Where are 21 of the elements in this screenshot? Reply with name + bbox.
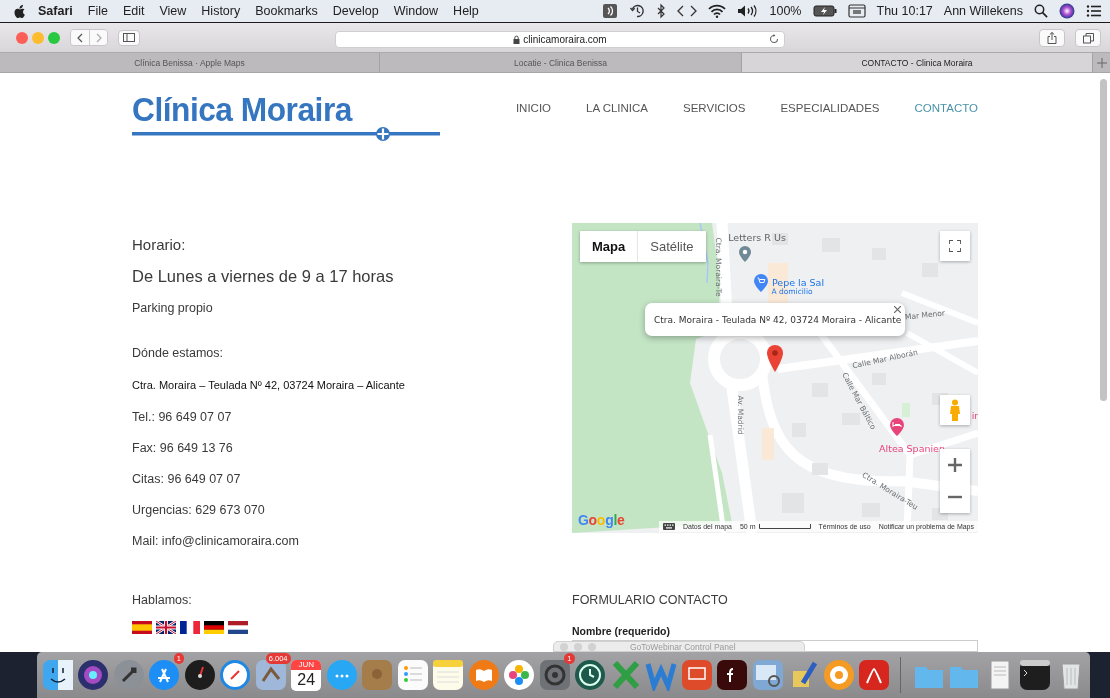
map-logo: Google bbox=[578, 512, 625, 528]
panel-title: GoToWebinar Control Panel bbox=[630, 642, 736, 651]
info-text: Fax: 96 649 13 76 bbox=[132, 439, 234, 457]
calendar-month: JUN bbox=[291, 659, 322, 670]
info-text: Tel.: 96 649 07 07 bbox=[132, 408, 233, 426]
field-label: Nombre (requerido) bbox=[572, 624, 671, 638]
info-text: Citas: 96 649 07 07 bbox=[132, 470, 242, 488]
section-heading: Hablamos: bbox=[132, 591, 193, 609]
menu-clock: Thu 10:17 bbox=[876, 4, 933, 18]
section-heading: Horario: bbox=[132, 234, 187, 255]
info-text: Urgencias: 629 673 070 bbox=[132, 501, 266, 519]
popup-text: Ctra. Moraira - Teulada Nº 42, 03724 Moraira - Alicante bbox=[654, 314, 902, 325]
calendar-day: 24 bbox=[297, 669, 316, 690]
section-label: Dónde estamos: bbox=[132, 344, 225, 362]
info-text: Mail: info@clinicamoraira.com bbox=[132, 532, 300, 550]
address-text: Ctra. Moraira – Teulada Nº 42, 03724 Moraira – Alicante bbox=[132, 377, 406, 393]
form-heading: FORMULARIO CONTACTO bbox=[572, 591, 729, 609]
battery-percentage: 100% bbox=[769, 4, 802, 18]
info-text: Parking propio bbox=[132, 299, 214, 317]
address-text: clinicamoraira.com bbox=[523, 34, 607, 45]
hours-text: De Lunes a viernes de 9 a 17 horas bbox=[132, 265, 395, 287]
